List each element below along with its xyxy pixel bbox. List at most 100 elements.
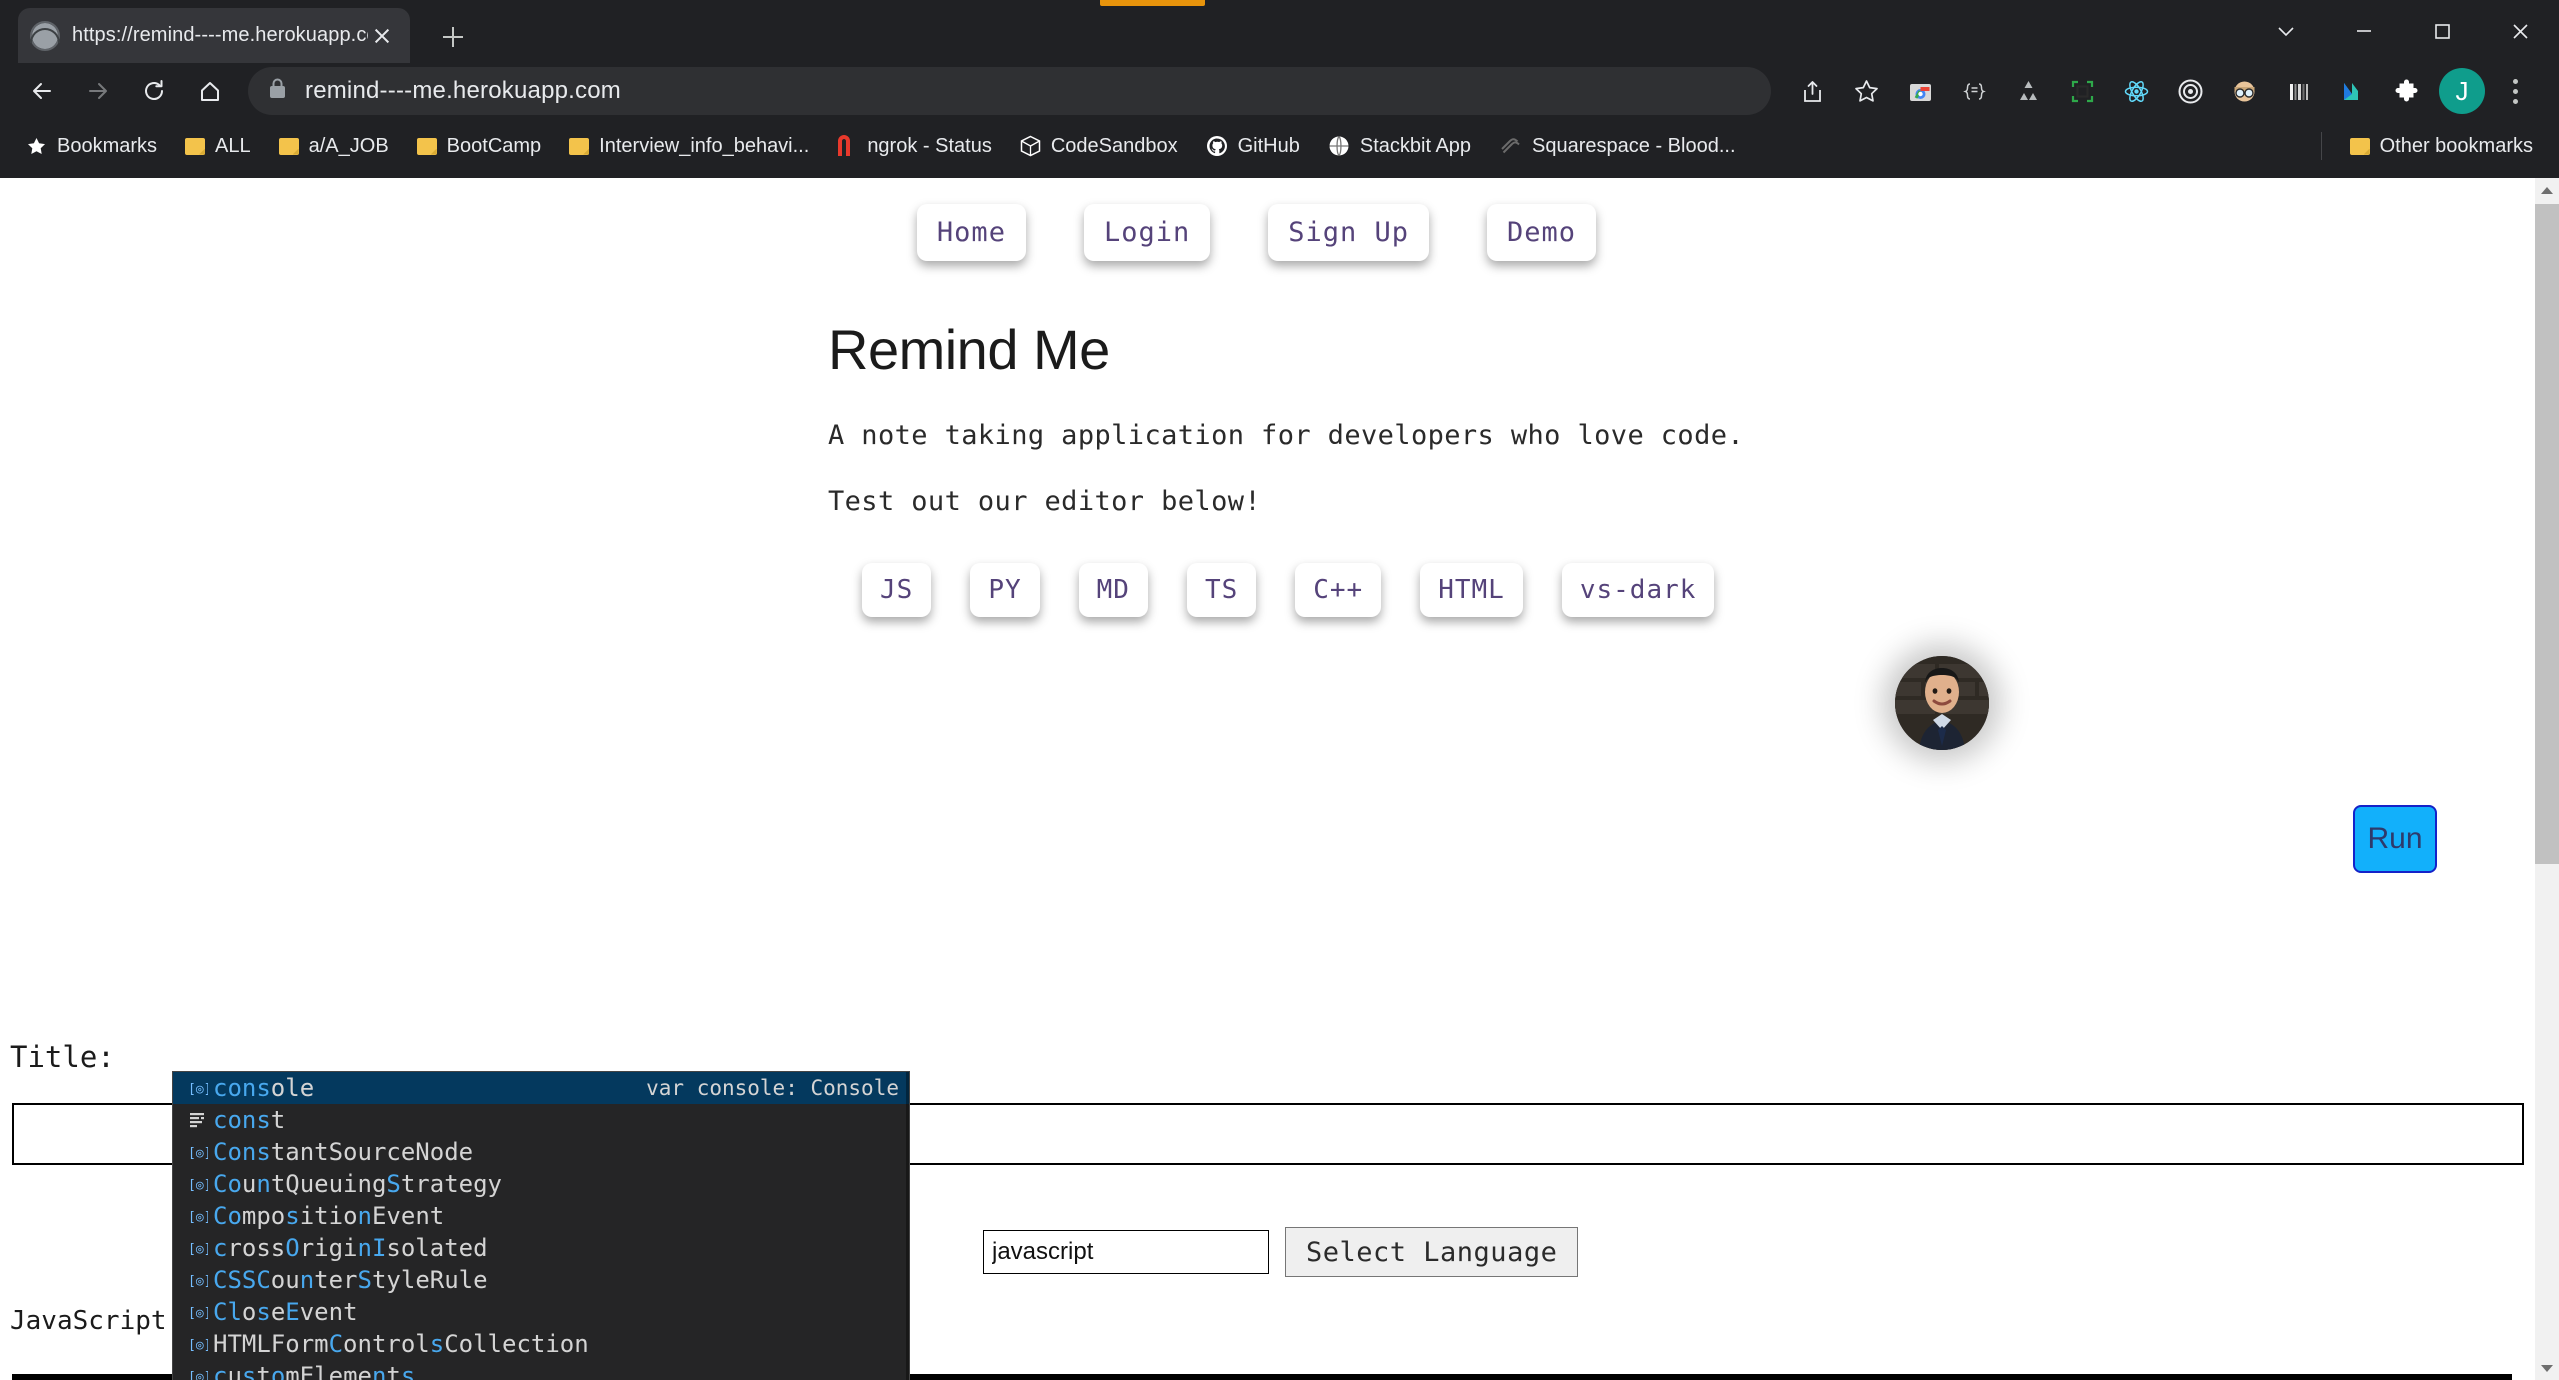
svg-text:[◎]: [◎] (188, 1306, 208, 1321)
bookmark-label: a/A_JOB (308, 134, 389, 157)
code-braces-icon[interactable] (1947, 64, 2001, 118)
share-icon[interactable] (1785, 64, 1839, 118)
nav-button-login[interactable]: Login (1083, 204, 1211, 261)
select-language-button[interactable]: Select Language (1285, 1227, 1579, 1277)
barcode-icon[interactable] (2271, 64, 2325, 118)
lang-button-html[interactable]: HTML (1420, 563, 1523, 617)
browser-tab[interactable]: https://remind----me.herokuapp.cor (18, 8, 410, 63)
codesandbox-icon (1020, 135, 1041, 157)
suggest-shadow (906, 1072, 909, 1380)
lang-button-py[interactable]: PY (970, 563, 1040, 617)
language-selector-row: Select Language (983, 1227, 1579, 1277)
scroll-up-arrow[interactable] (2535, 178, 2559, 202)
suggest-item[interactable]: [◎] customElements (173, 1360, 909, 1380)
reload-icon[interactable] (126, 63, 182, 119)
bookmark-label: ngrok - Status (867, 134, 992, 157)
variable-icon: [◎] (183, 1206, 213, 1226)
bookmark-label: Bookmarks (57, 134, 158, 157)
bookmark-item-github[interactable]: GitHub (1194, 129, 1312, 164)
netlify-n-icon[interactable] (2325, 64, 2379, 118)
minimize-icon[interactable] (2325, 0, 2403, 62)
bookmark-item-all[interactable]: ALL (173, 129, 263, 164)
nav-button-demo[interactable]: Demo (1487, 204, 1597, 261)
close-icon[interactable] (2481, 0, 2559, 62)
suggest-item[interactable]: [◎] CSSCounterStyleRule (173, 1264, 909, 1296)
page-scrollbar[interactable] (2535, 178, 2559, 1380)
suggest-item[interactable]: [◎] CountQueuingStrategy (173, 1168, 909, 1200)
language-shortcut-buttons: JS PY MD TS C++ HTML vs-dark (862, 563, 2533, 617)
suggest-item-label: CompositionEvent (213, 1202, 445, 1230)
globe-icon (1329, 136, 1349, 156)
squarespace-icon (1501, 138, 1520, 154)
globe-favicon-icon (30, 20, 60, 51)
home-icon[interactable] (182, 63, 238, 119)
folder-icon (185, 137, 206, 155)
bookmark-label: Stackbit App (1359, 134, 1472, 157)
bookmark-item-stackbit[interactable]: Stackbit App (1316, 129, 1483, 164)
bookmark-star-icon[interactable] (1839, 64, 1893, 118)
suggest-item[interactable]: [◎] HTMLFormControlsCollection (173, 1328, 909, 1360)
folder-icon (416, 137, 437, 155)
bookmark-item-bootcamp[interactable]: BootCamp (405, 129, 554, 164)
bookmark-item-ngrok[interactable]: ngrok - Status (825, 129, 1004, 164)
tab-close-icon[interactable] (368, 22, 396, 50)
suggest-item[interactable]: [◎] ConstantSourceNode (173, 1136, 909, 1168)
run-button[interactable]: Run (2353, 805, 2437, 873)
chrome-webstore-icon[interactable] (1893, 64, 1947, 118)
suggest-item[interactable]: [◎] CloseEvent (173, 1296, 909, 1328)
lang-button-ts[interactable]: TS (1186, 563, 1257, 617)
glasses-face-icon[interactable] (2217, 64, 2271, 118)
suggest-item[interactable]: [◎] CompositionEvent (173, 1200, 909, 1232)
suggest-item[interactable]: [◎] console var console: Console (173, 1072, 909, 1104)
language-input[interactable] (983, 1230, 1269, 1274)
maximize-icon[interactable] (2403, 0, 2481, 62)
suggest-item[interactable]: [◎] crossOriginIsolated (173, 1232, 909, 1264)
lang-button-js[interactable]: JS (862, 563, 932, 617)
puzzle-extensions-icon[interactable] (2379, 64, 2433, 118)
bookmark-item-interview-info[interactable]: Interview_info_behavi... (557, 129, 821, 164)
back-icon[interactable] (14, 63, 70, 119)
svg-text:[◎]: [◎] (188, 1274, 208, 1289)
editor-language-label: JavaScript (10, 1306, 167, 1336)
profile-avatar[interactable]: J (2439, 68, 2485, 114)
svg-text:[◎]: [◎] (188, 1242, 208, 1257)
svg-text:[◎]: [◎] (188, 1210, 208, 1225)
lang-button-md[interactable]: MD (1078, 563, 1148, 617)
address-bar[interactable]: remind----me.herokuapp.com (248, 67, 1771, 115)
variable-icon: [◎] (183, 1174, 213, 1194)
new-tab-button[interactable] (434, 18, 472, 56)
target-icon[interactable] (2163, 64, 2217, 118)
hero-subtitle-secondary: Test out our editor below! (828, 486, 1262, 517)
screenshot-frame-icon[interactable] (2055, 64, 2109, 118)
variable-icon: [◎] (183, 1270, 213, 1290)
autocomplete-suggest-widget[interactable]: [◎] console var console: Console const [◎] Co… (172, 1071, 910, 1380)
react-icon[interactable] (2109, 64, 2163, 118)
suggest-item[interactable]: const (173, 1104, 909, 1136)
window-controls (2247, 0, 2559, 62)
bookmark-item-a-job[interactable]: a/A_JOB (267, 129, 401, 164)
scroll-down-arrow[interactable] (2535, 1356, 2559, 1380)
bookmark-item-squarespace[interactable]: Squarespace - Blood... (1487, 129, 1747, 164)
page-title: Remind Me (828, 318, 1110, 381)
scrollbar-thumb[interactable] (2535, 204, 2559, 864)
bookmark-item-codesandbox[interactable]: CodeSandbox (1008, 129, 1190, 164)
recycle-icon[interactable] (2001, 64, 2055, 118)
theme-button-vs-dark[interactable]: vs-dark (1561, 563, 1715, 617)
nav-button-home[interactable]: Home (916, 204, 1026, 261)
lang-button-cpp[interactable]: C++ (1295, 563, 1382, 617)
bookmark-item-bookmarks[interactable]: Bookmarks (14, 129, 169, 164)
chrome-menu-icon[interactable] (2491, 64, 2539, 118)
chevron-down-icon[interactable] (2247, 0, 2325, 62)
suggest-item-detail: var console: Console (646, 1076, 899, 1100)
profile-photo (1895, 656, 1989, 750)
suggest-list: [◎] console var console: Console const [◎] Co… (173, 1072, 909, 1380)
folder-icon (2349, 137, 2370, 155)
tab-strip: https://remind----me.herokuapp.cor (0, 0, 2559, 63)
nav-button-signup[interactable]: Sign Up (1268, 204, 1430, 261)
bookmark-label: BootCamp (446, 134, 542, 157)
other-bookmarks-button[interactable]: Other bookmarks (2338, 129, 2545, 164)
suggest-item-label: HTMLFormControlsCollection (213, 1330, 589, 1358)
variable-icon: [◎] (183, 1238, 213, 1258)
forward-icon[interactable] (70, 63, 126, 119)
svg-text:[◎]: [◎] (188, 1146, 208, 1161)
